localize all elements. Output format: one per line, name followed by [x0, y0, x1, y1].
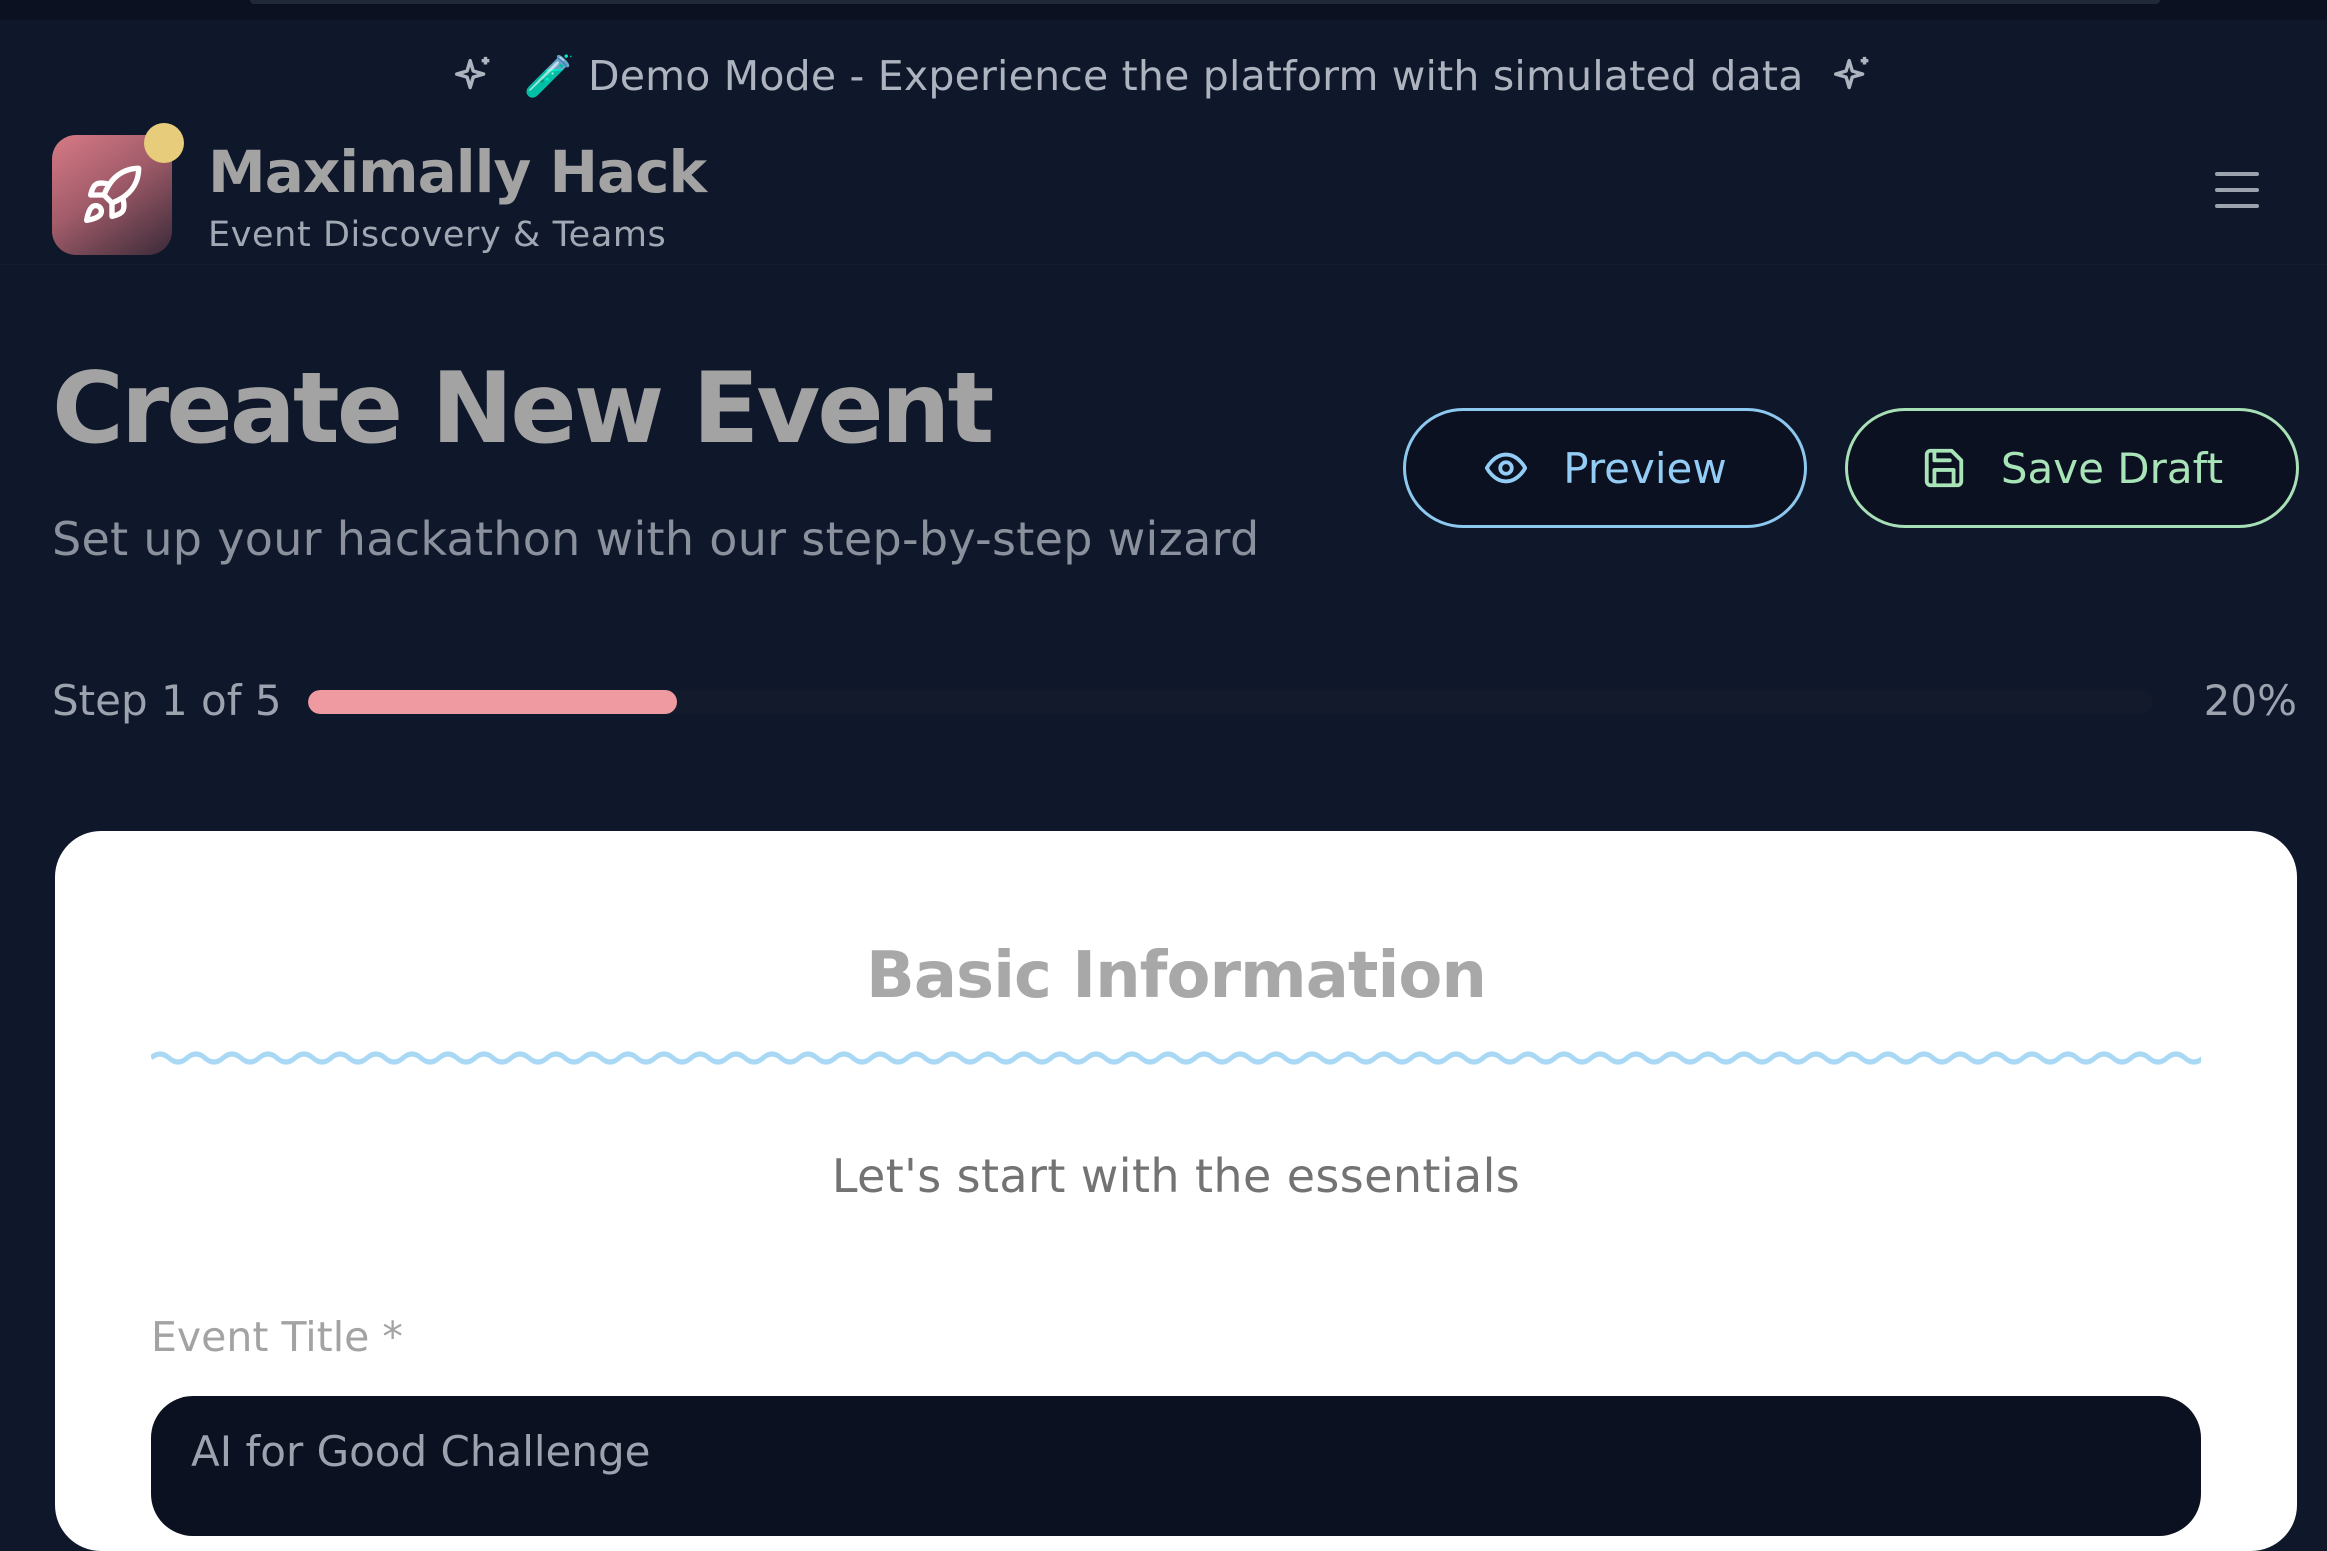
- save-icon: [1924, 448, 1964, 488]
- demo-mode-text: Demo Mode - Experience the platform with…: [587, 51, 1804, 100]
- hamburger-menu-icon[interactable]: [2215, 172, 2259, 208]
- rocket-icon: [84, 165, 142, 223]
- progress-bar: [308, 690, 2153, 714]
- event-title-label: Event Title *: [151, 1313, 403, 1361]
- save-draft-button[interactable]: Save Draft: [1845, 408, 2299, 528]
- progress-percent: 20%: [2203, 676, 2297, 725]
- section-subtitle: Let's start with the essentials: [831, 1149, 1521, 1203]
- top-strip-bar: [250, 0, 2160, 4]
- menu-line: [2215, 188, 2259, 192]
- menu-line: [2215, 172, 2259, 176]
- test-tube-icon: 🧪: [523, 51, 575, 100]
- browser-top-strip: [0, 0, 2327, 20]
- brand-title[interactable]: Maximally Hack: [208, 138, 707, 206]
- save-draft-label: Save Draft: [2000, 443, 2224, 493]
- form-card: Basic Information Let's start with the e…: [55, 831, 2297, 1551]
- menu-line: [2215, 204, 2259, 208]
- event-title-input[interactable]: [151, 1396, 2201, 1536]
- eye-icon: [1485, 452, 1528, 484]
- step-indicator: Step 1 of 5: [52, 676, 282, 725]
- demo-mode-banner: 🧪 Demo Mode - Experience the platform wi…: [0, 20, 2327, 132]
- page-subtitle: Set up your hackathon with our step-by-s…: [52, 512, 1260, 566]
- section-title: Basic Information: [866, 939, 1487, 1013]
- brand-subtitle: Event Discovery & Teams: [208, 215, 667, 255]
- wavy-divider: [151, 1051, 2201, 1065]
- progress-bar-fill: [308, 690, 677, 714]
- preview-label: Preview: [1563, 443, 1727, 493]
- sparkles-icon: [455, 56, 490, 90]
- sparkles-icon: [1833, 56, 1868, 90]
- preview-button[interactable]: Preview: [1403, 408, 1807, 528]
- notification-dot: [144, 123, 184, 163]
- app-header: Maximally Hack Event Discovery & Teams: [0, 120, 2327, 265]
- page-title: Create New Event: [52, 352, 994, 466]
